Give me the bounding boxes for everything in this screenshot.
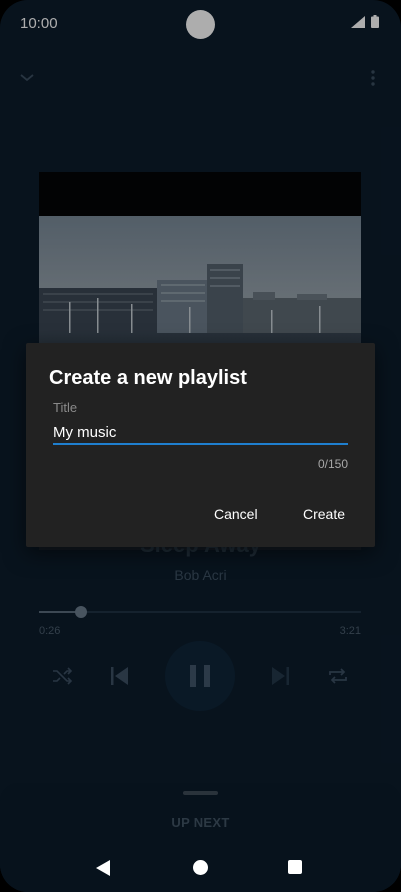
character-counter: 0/150 [317,457,348,471]
playlist-title-input[interactable] [53,421,348,445]
navigation-bar [0,845,401,892]
dialog-title: Create a new playlist [49,367,247,389]
create-playlist-dialog: Create a new playlist Title 0/150 Cancel… [26,343,375,547]
music-player-screen: 10:00 Bob Acri 0:26 3:21 UP NEXT Create … [0,0,401,892]
recents-square-icon[interactable] [288,860,302,874]
home-circle-icon[interactable] [193,860,208,875]
title-field-label: Title [53,400,78,415]
back-triangle-icon[interactable] [95,859,111,877]
create-button[interactable]: Create [303,506,345,522]
cancel-button[interactable]: Cancel [214,506,258,522]
